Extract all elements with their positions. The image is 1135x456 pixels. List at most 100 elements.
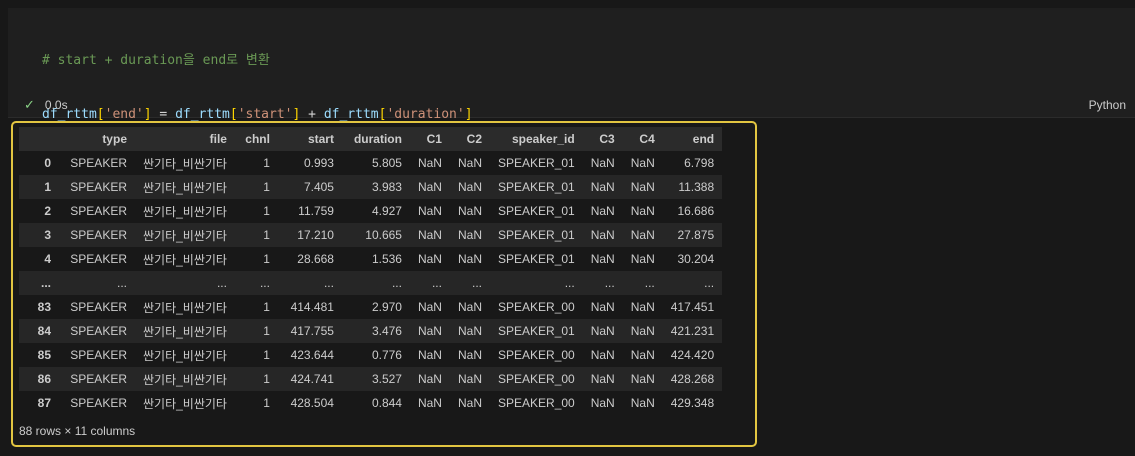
table-cell: 1 <box>263 348 270 362</box>
table-cell: NaN <box>417 348 442 362</box>
table-cell: NaN <box>417 324 442 338</box>
row-index: 86 <box>37 372 51 386</box>
table-cell: 424.420 <box>670 348 715 362</box>
table-cell: NaN <box>590 348 615 362</box>
table-cell: 4.927 <box>371 204 402 218</box>
table-cell: NaN <box>630 348 655 362</box>
row-index: 4 <box>44 252 51 266</box>
row-index: 85 <box>37 348 51 362</box>
row-index: 1 <box>44 180 51 194</box>
table-cell: SPEAKER <box>70 228 127 242</box>
table-cell: 0.844 <box>371 396 402 410</box>
column-header: end <box>692 132 715 146</box>
table-cell: ... <box>604 276 615 290</box>
table-cell: 2.970 <box>371 300 402 314</box>
code-string: 'start' <box>237 107 293 122</box>
column-header: chnl <box>245 132 270 146</box>
table-cell: SPEAKER <box>70 372 127 386</box>
table-cell: 6.798 <box>684 156 715 170</box>
column-header: start <box>307 132 334 146</box>
table-cell: NaN <box>630 180 655 194</box>
table-cell: 1 <box>263 300 270 314</box>
table-cell: NaN <box>630 204 655 218</box>
table-row: 84 SPEAKER 싼기타_비싼기타 1 417.755 3.476 NaN NaN SPEA… <box>19 319 723 343</box>
table-cell: 싼기타_비싼기타 <box>143 300 227 315</box>
code-line-1: # start + duration을 end로 변환 <box>42 52 473 70</box>
row-index: ... <box>40 276 51 290</box>
table-cell: SPEAKER_01 <box>498 180 575 194</box>
table-cell: NaN <box>417 228 442 242</box>
table-cell: 17.210 <box>297 228 334 242</box>
row-index: 83 <box>37 300 51 314</box>
table-cell: SPEAKER <box>70 156 127 170</box>
table-cell: NaN <box>457 228 482 242</box>
table-cell: SPEAKER_01 <box>498 156 575 170</box>
table-cell: 11.388 <box>678 180 715 194</box>
table-cell: NaN <box>417 156 442 170</box>
table-cell: ... <box>259 276 270 290</box>
table-cell: NaN <box>590 396 615 410</box>
table-row: 0 SPEAKER 싼기타_비싼기타 1 0.993 5.805 NaN NaN SPEAKER… <box>19 151 722 175</box>
column-header: duration <box>353 132 402 146</box>
column-header: C2 <box>466 132 482 146</box>
table-cell: SPEAKER_01 <box>498 324 575 338</box>
table-cell: NaN <box>457 396 482 410</box>
table-cell: NaN <box>590 252 615 266</box>
row-index: 2 <box>44 204 51 218</box>
table-cell: ... <box>644 276 655 290</box>
column-header: file <box>209 132 227 146</box>
table-cell: SPEAKER <box>70 252 127 266</box>
table-cell: NaN <box>590 204 615 218</box>
row-index: 84 <box>37 324 51 338</box>
table-cell: NaN <box>457 372 482 386</box>
table-cell: 417.755 <box>290 324 334 338</box>
table-cell: SPEAKER <box>70 396 127 410</box>
table-cell: NaN <box>630 396 655 410</box>
table-cell: 28.668 <box>297 252 334 266</box>
table-cell: NaN <box>630 228 655 242</box>
table-cell: 27.875 <box>677 228 715 242</box>
table-cell: 428.268 <box>670 372 715 386</box>
table-cell: 428.504 <box>290 396 334 410</box>
language-label[interactable]: Python <box>1089 98 1126 112</box>
table-cell: 10.665 <box>365 228 402 242</box>
table-cell: 7.405 <box>303 180 334 194</box>
table-cell: NaN <box>417 372 442 386</box>
table-cell: 421.231 <box>670 324 715 338</box>
table-cell: ... <box>471 276 482 290</box>
table-cell: ... <box>704 276 715 290</box>
table-cell: SPEAKER <box>70 180 127 194</box>
table-cell: 싼기타_비싼기타 <box>143 252 227 267</box>
table-cell: ... <box>116 276 127 290</box>
table-cell: 0.993 <box>303 156 334 170</box>
table-row: 2 SPEAKER 싼기타_비싼기타 1 11.759 4.927 NaN NaN SPEAKE… <box>19 199 722 223</box>
table-cell: 5.805 <box>371 156 402 170</box>
column-header <box>19 127 59 151</box>
table-cell: ... <box>391 276 402 290</box>
table-cell: 싼기타_비싼기타 <box>143 228 227 243</box>
execution-status: ✓ 0.0s <box>24 95 68 115</box>
table-cell: NaN <box>630 156 655 170</box>
table-cell: NaN <box>417 300 442 314</box>
table-cell: 싼기타_비싼기타 <box>143 372 227 387</box>
table-cell: 424.741 <box>290 372 334 386</box>
table-cell: 싼기타_비싼기타 <box>143 348 227 363</box>
table-cell: 1 <box>263 396 270 410</box>
table-cell: SPEAKER_01 <box>498 228 575 242</box>
code-string: 'end' <box>104 107 144 122</box>
code-cell[interactable]: # start + duration을 end로 변환 df_rttm['end… <box>8 8 1135 230</box>
table-cell: NaN <box>457 300 482 314</box>
code-comment: # start + duration을 end로 변환 <box>42 53 270 68</box>
code-operator: + <box>300 107 324 122</box>
table-cell: 3.983 <box>371 180 402 194</box>
table-cell: 3.527 <box>371 372 402 386</box>
table-cell: 1 <box>263 228 270 242</box>
row-index: 3 <box>44 228 51 242</box>
table-cell: NaN <box>590 372 615 386</box>
table-cell: 16.686 <box>677 204 715 218</box>
cell-output: type file chnl start duration C1 C2 spea… <box>11 121 757 447</box>
table-cell: NaN <box>590 228 615 242</box>
table-cell: SPEAKER_01 <box>498 252 575 266</box>
table-cell: 0.776 <box>371 348 402 362</box>
table-cell: 1 <box>263 252 270 266</box>
